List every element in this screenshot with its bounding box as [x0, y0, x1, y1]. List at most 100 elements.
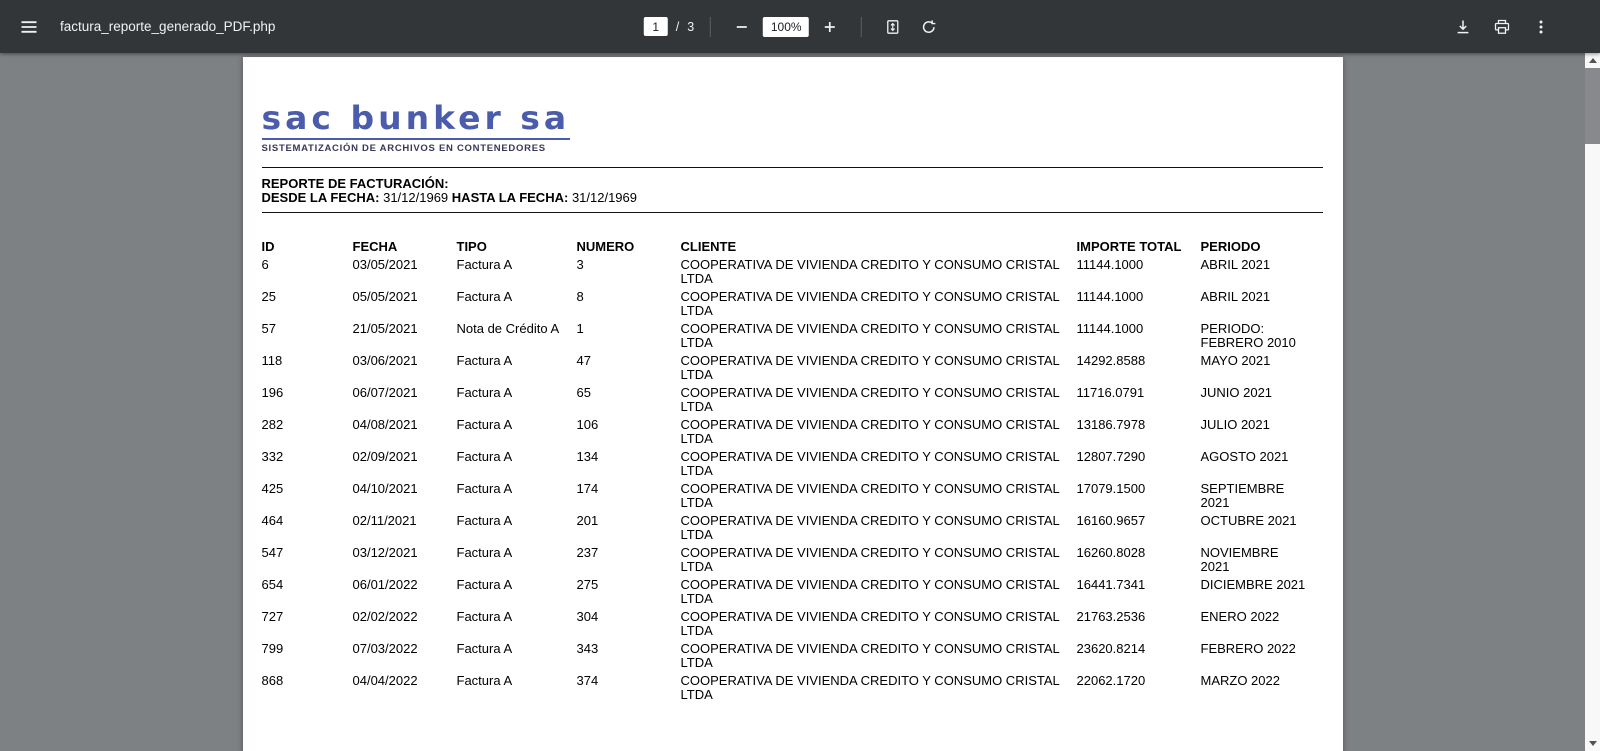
cell-numero: 343	[577, 642, 681, 674]
cell-numero: 47	[577, 354, 681, 386]
scroll-down-button[interactable]	[1585, 736, 1600, 751]
cell-cliente: COOPERATIVA DE VIVIENDA CREDITO Y CONSUM…	[681, 354, 1077, 386]
cell-tipo: Factura A	[457, 354, 577, 386]
table-body: 603/05/2021Factura A3COOPERATIVA DE VIVI…	[262, 258, 1323, 706]
zoom-in-button[interactable]	[815, 12, 845, 42]
cell-importe_total: 16260.8028	[1077, 546, 1201, 578]
cell-cliente: COOPERATIVA DE VIVIENDA CREDITO Y CONSUM…	[681, 450, 1077, 482]
cell-periodo: DICIEMBRE 2021	[1201, 578, 1323, 610]
print-icon	[1494, 19, 1510, 35]
cell-periodo: JUNIO 2021	[1201, 386, 1323, 418]
cell-fecha: 06/07/2021	[353, 386, 457, 418]
cell-cliente: COOPERATIVA DE VIVIENDA CREDITO Y CONSUM…	[681, 322, 1077, 354]
cell-numero: 8	[577, 290, 681, 322]
cell-periodo: AGOSTO 2021	[1201, 450, 1323, 482]
cell-numero: 3	[577, 258, 681, 290]
cell-tipo: Factura A	[457, 642, 577, 674]
cell-periodo: ENERO 2022	[1201, 610, 1323, 642]
logo-underline	[262, 138, 570, 140]
report-header: REPORTE DE FACTURACIÓN: DESDE LA FECHA: …	[262, 177, 1323, 205]
toolbar-right-controls	[1448, 12, 1556, 42]
pdf-page: sac bunker sa SISTEMATIZACIÓN DE ARCHIVO…	[243, 57, 1343, 751]
column-header-cliente: CLIENTE	[681, 240, 1077, 258]
date-from-label: DESDE LA FECHA:	[262, 190, 380, 205]
cell-fecha: 02/11/2021	[353, 514, 457, 546]
cell-id: 547	[262, 546, 353, 578]
page-number-input[interactable]	[644, 17, 668, 36]
table-header-row: IDFECHATIPONUMEROCLIENTEIMPORTE TOTALPER…	[262, 240, 1323, 258]
page-count-separator: /	[676, 20, 679, 34]
cell-id: 6	[262, 258, 353, 290]
cell-importe_total: 17079.1500	[1077, 482, 1201, 514]
download-icon	[1455, 19, 1471, 35]
cell-tipo: Factura A	[457, 450, 577, 482]
table-row: 65406/01/2022Factura A275COOPERATIVA DE …	[262, 578, 1323, 610]
cell-fecha: 02/09/2021	[353, 450, 457, 482]
cell-tipo: Nota de Crédito A	[457, 322, 577, 354]
cell-numero: 304	[577, 610, 681, 642]
cell-fecha: 21/05/2021	[353, 322, 457, 354]
cell-cliente: COOPERATIVA DE VIVIENDA CREDITO Y CONSUM…	[681, 674, 1077, 706]
cell-numero: 201	[577, 514, 681, 546]
cell-tipo: Factura A	[457, 290, 577, 322]
download-button[interactable]	[1448, 12, 1478, 42]
cell-importe_total: 21763.2536	[1077, 610, 1201, 642]
cell-id: 118	[262, 354, 353, 386]
column-header-tipo: TIPO	[457, 240, 577, 258]
cell-tipo: Factura A	[457, 386, 577, 418]
menu-button[interactable]	[14, 12, 44, 42]
cell-cliente: COOPERATIVA DE VIVIENDA CREDITO Y CONSUM…	[681, 514, 1077, 546]
scrollbar-thumb[interactable]	[1585, 68, 1600, 144]
vertical-scrollbar[interactable]	[1585, 53, 1600, 751]
cell-cliente: COOPERATIVA DE VIVIENDA CREDITO Y CONSUM…	[681, 258, 1077, 290]
table-row: 5721/05/2021Nota de Crédito A1COOPERATIV…	[262, 322, 1323, 354]
page-count-total: 3	[687, 20, 694, 34]
cell-periodo: PERIODO: FEBRERO 2010	[1201, 322, 1323, 354]
cell-periodo: FEBRERO 2022	[1201, 642, 1323, 674]
print-button[interactable]	[1487, 12, 1517, 42]
cell-fecha: 06/01/2022	[353, 578, 457, 610]
cell-id: 425	[262, 482, 353, 514]
cell-cliente: COOPERATIVA DE VIVIENDA CREDITO Y CONSUM…	[681, 290, 1077, 322]
rotate-button[interactable]	[914, 12, 944, 42]
cell-numero: 237	[577, 546, 681, 578]
pdf-viewer-area: sac bunker sa SISTEMATIZACIÓN DE ARCHIVO…	[0, 53, 1585, 751]
date-to-value: 31/12/1969	[572, 190, 637, 205]
logo-wordmark: sac bunker sa	[262, 102, 1323, 134]
cell-periodo: NOVIEMBRE 2021	[1201, 546, 1323, 578]
cell-importe_total: 16441.7341	[1077, 578, 1201, 610]
table-row: 19606/07/2021Factura A65COOPERATIVA DE V…	[262, 386, 1323, 418]
cell-cliente: COOPERATIVA DE VIVIENDA CREDITO Y CONSUM…	[681, 482, 1077, 514]
column-header-id: ID	[262, 240, 353, 258]
more-options-button[interactable]	[1526, 12, 1556, 42]
cell-importe_total: 12807.7290	[1077, 450, 1201, 482]
cell-importe_total: 11144.1000	[1077, 258, 1201, 290]
table-row: 79907/03/2022Factura A343COOPERATIVA DE …	[262, 642, 1323, 674]
cell-fecha: 04/04/2022	[353, 674, 457, 706]
table-row: 42504/10/2021Factura A174COOPERATIVA DE …	[262, 482, 1323, 514]
cell-cliente: COOPERATIVA DE VIVIENDA CREDITO Y CONSUM…	[681, 386, 1077, 418]
logo-tagline: SISTEMATIZACIÓN DE ARCHIVOS EN CONTENEDO…	[262, 143, 1323, 154]
cell-numero: 174	[577, 482, 681, 514]
cell-id: 799	[262, 642, 353, 674]
date-from-value: 31/12/1969	[383, 190, 448, 205]
column-header-fecha: FECHA	[353, 240, 457, 258]
cell-periodo: SEPTIEMBRE 2021	[1201, 482, 1323, 514]
report-title: REPORTE DE FACTURACIÓN:	[262, 176, 449, 191]
fit-to-page-button[interactable]	[878, 12, 908, 42]
scroll-up-button[interactable]	[1585, 53, 1600, 68]
cell-numero: 275	[577, 578, 681, 610]
invoice-table: IDFECHATIPONUMEROCLIENTEIMPORTE TOTALPER…	[262, 240, 1323, 706]
zoom-level-display[interactable]: 100%	[763, 17, 809, 37]
table-row: 86804/04/2022Factura A374COOPERATIVA DE …	[262, 674, 1323, 706]
cell-cliente: COOPERATIVA DE VIVIENDA CREDITO Y CONSUM…	[681, 610, 1077, 642]
table-row: 2505/05/2021Factura A8COOPERATIVA DE VIV…	[262, 290, 1323, 322]
cell-cliente: COOPERATIVA DE VIVIENDA CREDITO Y CONSUM…	[681, 642, 1077, 674]
cell-id: 57	[262, 322, 353, 354]
cell-fecha: 04/08/2021	[353, 418, 457, 450]
table-row: 72702/02/2022Factura A304COOPERATIVA DE …	[262, 610, 1323, 642]
cell-fecha: 02/02/2022	[353, 610, 457, 642]
zoom-out-button[interactable]	[727, 12, 757, 42]
cell-fecha: 03/06/2021	[353, 354, 457, 386]
cell-cliente: COOPERATIVA DE VIVIENDA CREDITO Y CONSUM…	[681, 546, 1077, 578]
